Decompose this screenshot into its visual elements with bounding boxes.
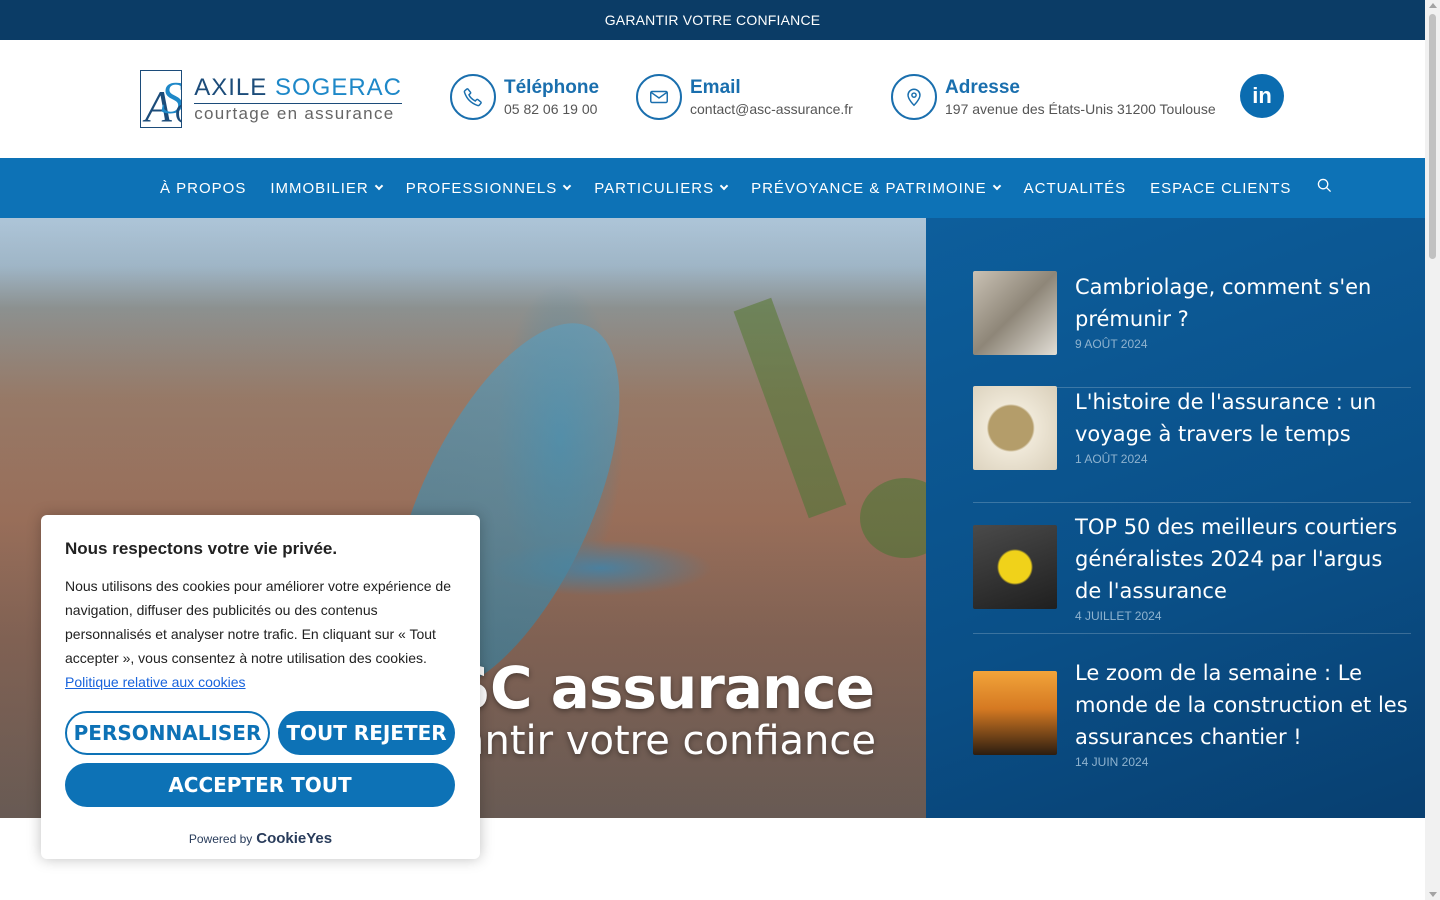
linkedin-icon[interactable]: in [1240,74,1284,118]
nav-item-label: À PROPOS [160,179,247,197]
cookie-button-row: PERSONNALISER TOUT REJETER [65,711,456,755]
contact-address-value: 197 avenue des États-Unis 31200 Toulouse [945,101,1216,117]
site-header: A S C AXILE SOGERAC courtage en assuranc… [0,40,1425,158]
news-thumbnail[interactable] [973,671,1057,755]
news-date: 9 AOÛT 2024 [1075,337,1148,351]
nav-item-label: IMMOBILIER [270,179,369,197]
logo-title-part1: AXILE [194,74,275,101]
nav-item-label: PRÉVOYANCE & PATRIMOINE [751,179,987,197]
logo-text: AXILE SOGERAC courtage en assurance [194,74,402,124]
nav-item-label: PARTICULIERS [594,179,715,197]
news-item[interactable]: L'histoire de l'assurance : un voyage à … [973,386,1411,503]
contact-phone[interactable]: Téléphone 05 82 06 19 00 [450,74,599,120]
nav-item-label: PROFESSIONNELS [405,179,558,197]
news-date: 14 JUIN 2024 [1075,755,1149,769]
customize-button[interactable]: PERSONNALISER [65,711,270,755]
cookie-description: Nous utilisons des cookies pour améliore… [65,574,456,694]
powered-by-text: Powered by [188,832,253,846]
news-date: 1 AOÛT 2024 [1075,452,1148,466]
contact-phone-value[interactable]: 05 82 06 19 00 [504,100,599,118]
hero-subtitle: rantir votre confiance [443,718,876,764]
logo-subtitle: courtage en assurance [194,104,395,123]
nav-item-immobilier[interactable]: IMMOBILIER [270,179,383,197]
site-logo[interactable]: A S C AXILE SOGERAC courtage en assuranc… [140,70,402,128]
cookie-heading: Nous respectons votre vie privée. [65,539,338,558]
reject-all-button[interactable]: TOUT REJETER [278,711,455,755]
nav-item-professionnels[interactable]: PROFESSIONNELS [405,179,572,197]
contact-address-label: Adresse [945,77,1020,98]
news-thumbnail[interactable] [973,525,1057,609]
nav-item-label: ESPACE CLIENTS [1150,179,1292,197]
news-date: 4 JUILLET 2024 [1075,609,1162,623]
phone-icon [450,74,496,120]
powered-by: Powered by CookieYes [41,830,480,847]
contact-email-label: Email [690,77,741,98]
logo-mark: A S C [140,70,183,128]
cookie-policy-link[interactable]: Politique relative aux cookies [65,674,246,690]
scroll-down-arrow-icon[interactable] [1429,892,1437,897]
page-scrollbar[interactable] [1425,0,1440,900]
search-icon[interactable] [1317,178,1332,198]
contact-email[interactable]: Email contact@asc-assurance.fr [636,74,853,120]
news-item-body: Le zoom de la semaine : Le monde de la c… [1075,657,1411,769]
news-item[interactable]: TOP 50 des meilleurs courtiers généralis… [973,501,1411,634]
logo-title-part2: SOGERAC [274,74,402,101]
news-item-body: TOP 50 des meilleurs courtiers généralis… [1075,511,1411,623]
chevron-down-icon [992,181,1001,191]
news-title[interactable]: Le zoom de la semaine : Le monde de la c… [1075,657,1411,753]
cookieyes-logo[interactable]: CookieYes [256,830,332,847]
nav-item-particuliers[interactable]: PARTICULIERS [594,179,729,197]
news-item-body: L'histoire de l'assurance : un voyage à … [1075,386,1411,502]
nav-item-a-propos[interactable]: À PROPOS [160,180,246,197]
contact-email-value[interactable]: contact@asc-assurance.fr [690,100,853,118]
news-thumbnail[interactable] [973,271,1057,355]
contact-email-text: Email contact@asc-assurance.fr [690,76,853,118]
news-item-body: Cambriolage, comment s'en prémunir ? 9 A… [1075,271,1411,387]
chevron-down-icon [563,181,572,191]
nav-item-espace-clients[interactable]: ESPACE CLIENTS [1150,180,1291,197]
nav-item-prevoyance-patrimoine[interactable]: PRÉVOYANCE & PATRIMOINE [751,179,1001,197]
news-title[interactable]: L'histoire de l'assurance : un voyage à … [1075,386,1411,450]
chevron-down-icon [719,181,729,191]
location-pin-icon [891,74,937,120]
contact-address-text: Adresse 197 avenue des États-Unis 31200 … [945,76,1216,118]
contact-phone-text: Téléphone 05 82 06 19 00 [504,76,599,118]
linkedin-icon-label: in [1252,83,1272,108]
news-panel: Cambriolage, comment s'en prémunir ? 9 A… [926,218,1425,818]
news-title[interactable]: TOP 50 des meilleurs courtiers généralis… [1075,511,1411,607]
page: GARANTIR VOTRE CONFIANCE A S C AXILE SOG… [0,0,1425,900]
chevron-down-icon [374,181,383,191]
nav-item-actualites[interactable]: ACTUALITÉS [1024,180,1127,197]
scrollbar-thumb[interactable] [1429,14,1436,259]
news-title[interactable]: Cambriolage, comment s'en prémunir ? [1075,271,1411,335]
contact-address[interactable]: Adresse 197 avenue des États-Unis 31200 … [891,74,1216,120]
cookie-consent-banner: Nous respectons votre vie privée. Nous u… [41,515,480,859]
top-banner-text: GARANTIR VOTRE CONFIANCE [604,12,821,28]
top-banner: GARANTIR VOTRE CONFIANCE [0,0,1425,40]
news-item[interactable]: Le zoom de la semaine : Le monde de la c… [973,648,1411,778]
scroll-up-arrow-icon[interactable] [1429,3,1437,8]
nav-item-label: ACTUALITÉS [1023,179,1127,197]
logo-mark-c: C [175,99,181,127]
accept-all-button[interactable]: ACCEPTER TOUT [65,763,455,807]
contact-phone-label: Téléphone [504,77,600,98]
news-item[interactable]: Cambriolage, comment s'en prémunir ? 9 A… [973,271,1411,388]
main-nav: À PROPOS IMMOBILIER PROFESSIONNELS PARTI… [0,158,1425,218]
news-thumbnail[interactable] [973,386,1057,470]
cookie-text: Nous utilisons des cookies pour améliore… [65,578,451,666]
mail-icon [636,74,682,120]
logo-title: AXILE SOGERAC [194,74,402,104]
